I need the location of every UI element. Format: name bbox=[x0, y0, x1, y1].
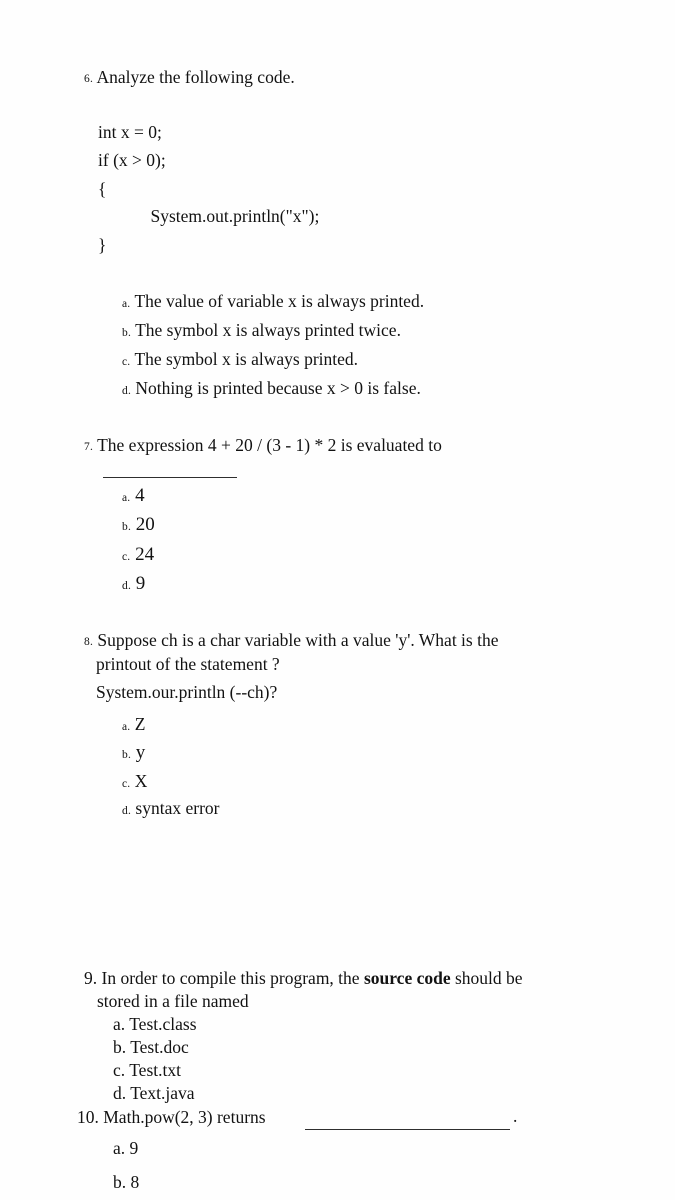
option-text: Test.txt bbox=[129, 1060, 181, 1080]
question-9-prompt-before-bold: In order to compile this program, the bbox=[101, 968, 364, 988]
option-text: The symbol x is always printed twice. bbox=[135, 320, 401, 340]
question-9-prompt-bold: source code bbox=[363, 968, 451, 988]
question-9-prompt-after-bold: should be bbox=[450, 968, 523, 988]
question-6-option-c[interactable]: c. The symbol x is always printed. bbox=[122, 349, 358, 370]
question-7-number: 7. bbox=[84, 441, 94, 453]
question-9-option-b[interactable]: b. Test.doc bbox=[113, 1037, 189, 1058]
document-page: 6. Analyze the following code. int x = 0… bbox=[0, 0, 675, 1200]
question-7-option-a[interactable]: a. 4 bbox=[122, 485, 145, 507]
option-text: 4 bbox=[135, 485, 145, 506]
option-letter: a. bbox=[113, 1138, 126, 1158]
option-text: Z bbox=[134, 714, 146, 734]
option-letter: d. bbox=[122, 580, 132, 592]
question-8-option-d[interactable]: d. syntax error bbox=[122, 798, 219, 819]
question-7-option-c[interactable]: c. 24 bbox=[122, 544, 154, 566]
question-8-option-a[interactable]: a. Z bbox=[122, 714, 145, 735]
question-7-answer-blank[interactable] bbox=[103, 477, 237, 478]
question-6-code-line-2: if (x > 0); bbox=[98, 150, 166, 170]
option-text: 24 bbox=[135, 544, 155, 565]
option-letter: d. bbox=[113, 1083, 127, 1103]
option-letter: b. bbox=[122, 327, 132, 339]
option-text: 20 bbox=[135, 514, 155, 535]
question-7-option-b[interactable]: b. 20 bbox=[122, 514, 155, 536]
option-letter: c. bbox=[113, 1060, 126, 1080]
option-letter: b. bbox=[122, 749, 132, 761]
question-6-option-d[interactable]: d. Nothing is printed because x > 0 is f… bbox=[122, 378, 421, 399]
option-text: The symbol x is always printed. bbox=[134, 349, 359, 369]
option-text: 9 bbox=[135, 573, 146, 594]
option-letter: b. bbox=[113, 1037, 127, 1057]
option-text: Test.class bbox=[129, 1014, 197, 1034]
question-7-option-d[interactable]: d. 9 bbox=[122, 573, 145, 595]
option-letter: a. bbox=[113, 1014, 126, 1034]
question-10-number: 10. bbox=[77, 1107, 99, 1127]
option-text: Test.doc bbox=[130, 1037, 189, 1057]
option-text: The value of variable x is always printe… bbox=[134, 291, 425, 311]
question-8-option-b[interactable]: b. y bbox=[122, 742, 145, 764]
question-9-option-c[interactable]: c. Test.txt bbox=[113, 1060, 181, 1081]
question-8-prompt-line-2: printout of the statement ? bbox=[96, 654, 280, 674]
question-6-prompt: Analyze the following code. bbox=[96, 67, 295, 87]
question-8-option-c[interactable]: c. X bbox=[122, 771, 147, 792]
option-text: X bbox=[134, 771, 148, 791]
question-10-option-a[interactable]: a. 9 bbox=[113, 1138, 138, 1159]
option-text: syntax error bbox=[135, 798, 220, 818]
question-6-code-line-5: } bbox=[98, 235, 107, 255]
question-8-number: 8. bbox=[84, 636, 94, 648]
option-text: y bbox=[135, 742, 146, 763]
option-text: 8 bbox=[130, 1172, 140, 1192]
option-text: 9 bbox=[129, 1138, 139, 1158]
question-6-option-a[interactable]: a. The value of variable x is always pri… bbox=[122, 291, 424, 312]
question-6-option-b[interactable]: b. The symbol x is always printed twice. bbox=[122, 320, 401, 341]
question-6-number: 6. bbox=[84, 73, 94, 85]
question-8-prompt-line-3: System.our.println (--ch)? bbox=[96, 682, 278, 702]
question-6-code-line-1: int x = 0; bbox=[98, 122, 162, 142]
option-text: Text.java bbox=[130, 1083, 195, 1103]
question-9-option-a[interactable]: a. Test.class bbox=[113, 1014, 197, 1035]
question-9-number: 9. bbox=[84, 968, 98, 988]
question-10-prompt: Math.pow(2, 3) returns bbox=[103, 1107, 266, 1127]
question-9-option-d[interactable]: d. Text.java bbox=[113, 1083, 195, 1104]
question-6-code-line-4: System.out.println("x"); bbox=[98, 206, 320, 226]
question-10-trailing-period: . bbox=[513, 1106, 518, 1126]
question-6-code-line-3: { bbox=[98, 179, 107, 199]
question-10-option-b[interactable]: b. 8 bbox=[113, 1172, 139, 1193]
option-letter: b. bbox=[122, 521, 132, 533]
question-8-prompt-line-1: Suppose ch is a char variable with a val… bbox=[97, 630, 499, 650]
option-letter: b. bbox=[113, 1172, 127, 1192]
option-text: Nothing is printed because x > 0 is fals… bbox=[135, 378, 421, 398]
option-letter: d. bbox=[122, 805, 132, 817]
question-7-prompt: The expression 4 + 20 / (3 - 1) * 2 is e… bbox=[97, 435, 442, 455]
question-10-answer-blank[interactable] bbox=[305, 1129, 510, 1130]
option-letter: d. bbox=[122, 385, 132, 397]
question-9-prompt-line-2: stored in a file named bbox=[97, 991, 249, 1011]
